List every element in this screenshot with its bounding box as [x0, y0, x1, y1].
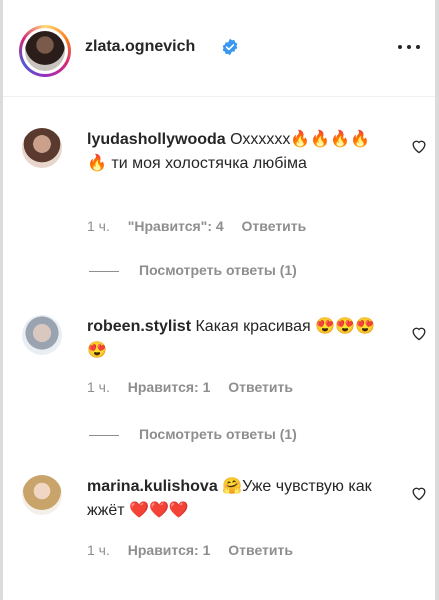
comment-text: lyudashollywooda Охххххх🔥🔥🔥🔥🔥 ти моя хол…	[87, 128, 387, 176]
avatar[interactable]	[22, 128, 62, 168]
reply-button[interactable]: Ответить	[228, 542, 293, 558]
heart-outline-icon[interactable]	[410, 325, 428, 341]
profile-avatar[interactable]	[19, 25, 71, 77]
view-replies-button[interactable]: Посмотреть ответы (1)	[89, 262, 297, 278]
comment-likes[interactable]: Нравится: 1	[128, 379, 211, 395]
divider-line	[89, 434, 119, 436]
avatar[interactable]	[22, 315, 62, 355]
reply-button[interactable]: Ответить	[228, 379, 293, 395]
comment-likes[interactable]: Нравится: 1	[128, 542, 211, 558]
comment-time: 1 ч.	[87, 542, 110, 558]
avatar[interactable]	[22, 475, 62, 515]
comment-author[interactable]: marina.kulishova	[87, 478, 218, 495]
heart-outline-icon[interactable]	[410, 138, 428, 154]
comment-meta: 1 ч. Нравится: 1 Ответить	[87, 379, 307, 395]
comment-time: 1 ч.	[87, 218, 110, 234]
comment-text: robeen.stylist Какая красивая 😍😍😍😍	[87, 315, 387, 363]
post-username[interactable]: zlata.ognevich	[85, 38, 195, 56]
more-options-icon[interactable]	[398, 42, 422, 52]
comment-time: 1 ч.	[87, 379, 110, 395]
post-header: zlata.ognevich	[3, 0, 435, 97]
verified-badge-icon	[222, 38, 238, 56]
comment-meta: 1 ч. Нравится: 1 Ответить	[87, 542, 307, 558]
heart-outline-icon[interactable]	[410, 485, 428, 501]
comment-author[interactable]: lyudashollywooda	[87, 131, 226, 148]
view-replies-button[interactable]: Посмотреть ответы (1)	[89, 426, 297, 442]
reply-button[interactable]: Ответить	[242, 218, 307, 234]
avatar-photo	[25, 31, 65, 71]
comment-text: marina.kulishova 🤗Уже чувствую как жжёт …	[87, 475, 387, 523]
frame-border-right	[435, 0, 439, 600]
divider-line	[89, 270, 119, 272]
comment-likes[interactable]: "Нравится": 4	[128, 218, 224, 234]
comment-meta: 1 ч. "Нравится": 4 Ответить	[87, 218, 320, 234]
comment-author[interactable]: robeen.stylist	[87, 318, 191, 335]
